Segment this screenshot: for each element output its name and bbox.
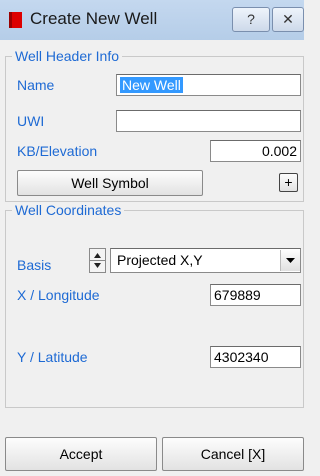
name-field[interactable]: New Well: [116, 74, 301, 96]
window-title: Create New Well: [30, 9, 158, 28]
name-value: New Well: [120, 77, 183, 93]
y-latitude-label: Y / Latitude: [17, 349, 88, 365]
app-icon: [9, 12, 22, 28]
chevron-down-icon[interactable]: [280, 250, 300, 271]
uwi-label: UWI: [17, 113, 45, 129]
x-longitude-field[interactable]: 679889: [210, 284, 301, 306]
kb-elevation-label: KB/Elevation: [17, 143, 98, 159]
cancel-button[interactable]: Cancel [X]: [162, 437, 304, 471]
accept-button[interactable]: Accept: [5, 437, 157, 471]
well-symbol-button[interactable]: Well Symbol: [17, 170, 203, 196]
help-button[interactable]: ?: [232, 7, 270, 32]
x-longitude-label: X / Longitude: [17, 287, 100, 303]
well-coordinates-group: Well Coordinates: [5, 202, 304, 408]
uwi-field[interactable]: [116, 110, 301, 132]
plus-icon[interactable]: +: [279, 173, 298, 192]
y-latitude-field[interactable]: 4302340: [210, 346, 301, 368]
well-header-legend: Well Header Info: [12, 48, 123, 64]
basis-select[interactable]: Projected X,Y: [110, 248, 301, 273]
spinner-arrows-icon: [90, 253, 105, 268]
basis-label: Basis: [17, 257, 52, 273]
basis-spinner[interactable]: [89, 248, 106, 273]
kb-elevation-field[interactable]: 0.002: [210, 140, 301, 162]
well-coordinates-legend: Well Coordinates: [12, 202, 125, 218]
basis-value: Projected X,Y: [117, 252, 203, 268]
name-label: Name: [17, 77, 55, 93]
close-button[interactable]: ✕: [272, 7, 304, 32]
